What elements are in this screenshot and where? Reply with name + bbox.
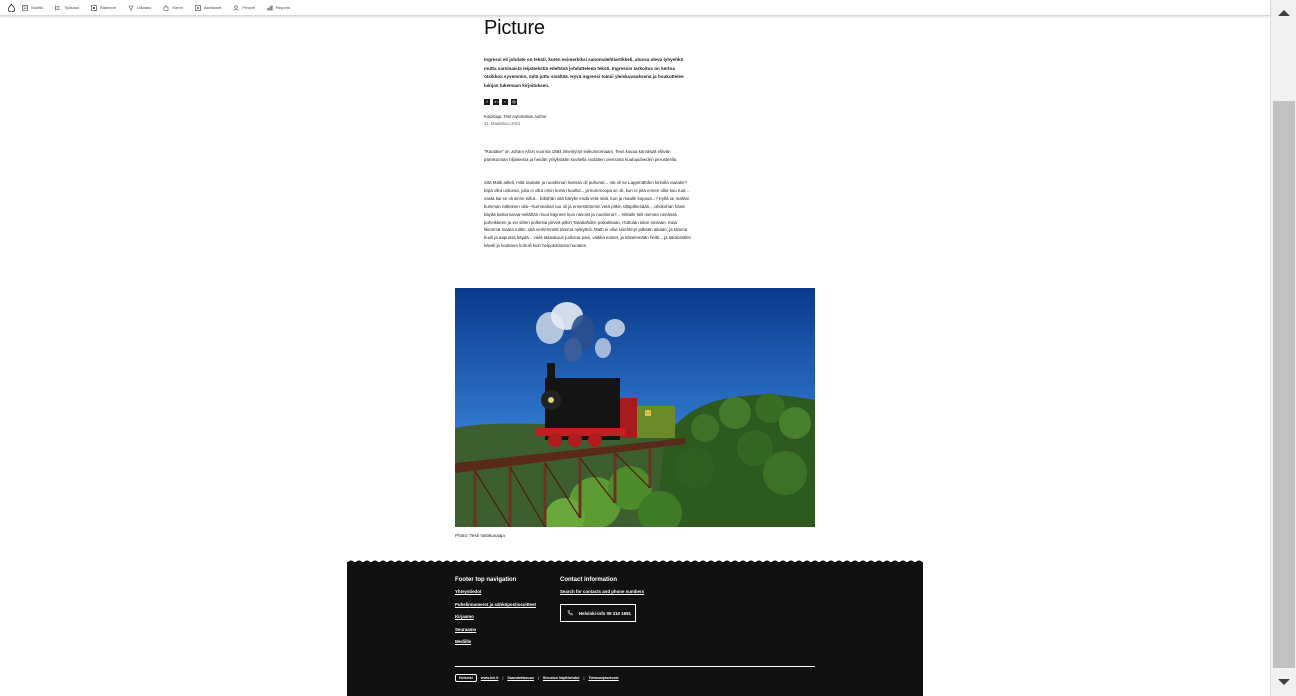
toolbar-item-extend[interactable]: Kieret	[163, 5, 183, 11]
linkedin-icon[interactable]: in	[493, 99, 499, 105]
article-author: Kirjoittaja: Test Automation Author	[484, 114, 547, 119]
scroll-down-arrow-icon[interactable]	[1278, 679, 1290, 685]
footer-nav-heading: Footer top navigation	[455, 577, 517, 583]
structure-icon	[91, 4, 97, 11]
config-icon	[194, 4, 201, 11]
helsinki-logo[interactable]: Helsinki	[455, 674, 477, 682]
separator: |	[502, 676, 504, 680]
toolbar-label: Kieret	[172, 5, 183, 10]
facebook-icon[interactable]: f	[484, 99, 490, 105]
toolbar-item-reports[interactable]: Reports	[267, 5, 290, 11]
separator: |	[583, 676, 585, 680]
tools-icon	[55, 5, 61, 10]
appearance-icon	[128, 5, 134, 11]
toolbar-label: Sisältö	[31, 5, 44, 10]
email-icon[interactable]: @	[511, 99, 517, 105]
image-caption: Photo: Testi Valokuvaaja	[455, 533, 505, 538]
toolbar-item-content[interactable]: Sisältö	[22, 4, 44, 11]
toolbar-label: Rakenne	[99, 5, 116, 10]
footer-bottom-link-hel-fi[interactable]: www.hel.fi	[481, 676, 499, 680]
toolbar-item-config[interactable]: Asetukset	[194, 4, 222, 11]
footer-contact: Contact information Search for contacts …	[560, 577, 644, 602]
footer-bottom-link-terms[interactable]: Sivuston käyttöehdot	[543, 676, 580, 680]
toolbar-label: Ulkoasu	[136, 5, 152, 10]
toolbar-item-appearance[interactable]: Ulkoasu	[128, 5, 151, 11]
footer-link-contacts[interactable]: Yhteystiedot	[455, 589, 536, 594]
toolbar-label: Asetukset	[203, 5, 222, 10]
toolbar-label: Työkalut	[64, 5, 79, 10]
footer-bottom-bar: Helsinki www.hel.fi | Saavutettavuus | S…	[455, 674, 619, 682]
footer-wave-decoration	[347, 560, 923, 568]
footer-link-media[interactable]: Mediille	[455, 639, 536, 644]
footer-link-registry[interactable]: Kirjaamo	[455, 614, 536, 619]
footer-link-seuraamo[interactable]: Seuraamo	[455, 627, 536, 632]
content-icon	[22, 4, 28, 11]
site-footer: Footer top navigation Yhteystiedot Puhel…	[347, 560, 923, 696]
twitter-icon[interactable]: t	[502, 99, 508, 105]
article-lead: Ingressi eli johdate on teksti, kuten es…	[484, 57, 684, 88]
scrollbar-thumb[interactable]	[1273, 101, 1295, 668]
admin-toolbar: Sisältö Työkalut Rakenne Ulkoasu Kieret …	[0, 0, 1270, 16]
article-date: 31. Maaliskuu 2021	[484, 121, 521, 126]
footer-link-phone-numbers[interactable]: Puhelinnumerot ja sähköpostiosoitteet	[455, 602, 536, 607]
vertical-scrollbar[interactable]	[1270, 0, 1296, 696]
phone-icon	[567, 610, 573, 616]
helsinki-info-phone-button[interactable]: Helsinki-info 09 310 1691	[560, 604, 636, 622]
helsinki-info-label: Helsinki-info 09 310 1691	[579, 610, 631, 616]
footer-bottom-link-accessibility[interactable]: Saavutettavuus	[507, 676, 534, 680]
article-image-train	[455, 288, 815, 527]
reports-icon	[267, 5, 273, 10]
article-paragraph: "Rautatie" on Juhani Ahon vuonna 1884 il…	[484, 149, 678, 162]
toolbar-label: People	[242, 5, 255, 10]
toolbar-item-structure[interactable]: Rakenne	[91, 4, 116, 11]
footer-nav: Footer top navigation Yhteystiedot Puhel…	[455, 577, 536, 652]
drupal-logo-icon[interactable]	[0, 3, 22, 12]
footer-divider	[455, 666, 815, 667]
footer-bottom-link-privacy[interactable]: Tietosuojaseloste	[588, 676, 618, 680]
scroll-up-arrow-icon[interactable]	[1278, 10, 1290, 16]
footer-contact-heading: Contact information	[560, 577, 617, 583]
footer-link-search-contacts[interactable]: Search for contacts and phone numbers	[560, 589, 644, 594]
toolbar-label: Reports	[275, 5, 290, 10]
toolbar-item-people[interactable]: People	[233, 4, 255, 11]
share-buttons: f in t @	[484, 99, 517, 105]
toolbar-item-tools[interactable]: Työkalut	[55, 5, 79, 11]
people-icon	[233, 4, 240, 11]
separator: |	[537, 676, 539, 680]
article-paragraph: Sitä Matti aitteli, mitä rautatie ja ruu…	[484, 180, 691, 249]
extend-icon	[164, 5, 169, 11]
